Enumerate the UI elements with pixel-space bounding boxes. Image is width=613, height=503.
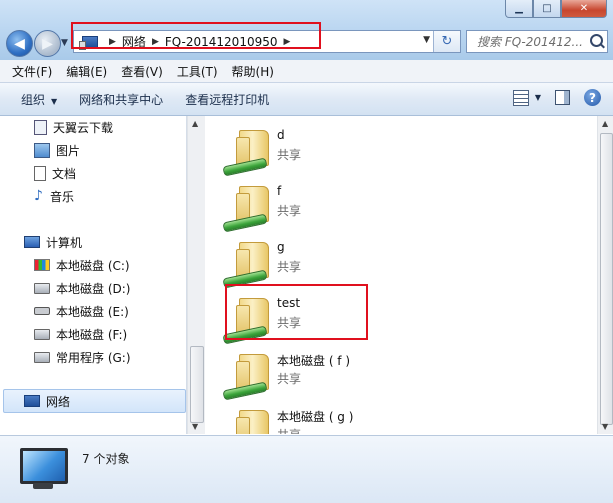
shared-folder-item[interactable]: 本地磁盘 ( g ) 共享 <box>221 402 381 434</box>
file-name: g <box>277 240 285 254</box>
network-icon <box>24 395 40 407</box>
breadcrumb-chevron-icon[interactable]: ▶ <box>152 37 159 47</box>
shared-folder-item[interactable]: d 共享 <box>221 122 381 177</box>
scroll-up-icon[interactable]: ▲ <box>602 119 608 128</box>
file-status: 共享 <box>277 148 302 162</box>
menu-edit[interactable]: 编辑(E) <box>66 63 107 80</box>
menu-tools[interactable]: 工具(T) <box>177 63 218 80</box>
change-view-icon[interactable] <box>512 89 529 106</box>
file-list: d 共享 f 共享 g 共享 test 共享 本地磁盘 ( f ) 共享 本地磁… <box>205 116 597 434</box>
nav-item-network[interactable]: 网络 <box>24 391 70 411</box>
recent-pages-dropdown[interactable]: ▼ <box>61 38 68 48</box>
nav-item-drive-g[interactable]: 常用程序 (G:) <box>34 347 131 367</box>
chevron-down-icon: ▼ <box>51 96 58 106</box>
documents-icon <box>34 165 46 181</box>
menu-bar: 文件(F) 编辑(E) 查看(V) 工具(T) 帮助(H) <box>0 60 613 83</box>
breadcrumb-computer[interactable]: FQ-201412010950 <box>165 35 278 49</box>
file-list-scroll-thumb[interactable] <box>600 133 613 425</box>
view-controls: ▼ ? <box>512 89 601 106</box>
shared-folder-item[interactable]: g 共享 <box>221 234 381 289</box>
nav-item-computer[interactable]: 计算机 <box>24 232 82 252</box>
menu-view[interactable]: 查看(V) <box>121 63 163 80</box>
menu-help[interactable]: 帮助(H) <box>232 63 274 80</box>
preview-pane-icon[interactable] <box>555 90 570 105</box>
file-status: 共享 <box>277 316 302 330</box>
shared-folder-item[interactable]: 本地磁盘 ( f ) 共享 <box>221 346 381 401</box>
nav-item-drive-f[interactable]: 本地磁盘 (F:) <box>34 324 127 344</box>
file-name: 本地磁盘 ( f ) <box>277 354 351 368</box>
computer-icon <box>24 236 40 248</box>
nav-item-drive-c[interactable]: 本地磁盘 (C:) <box>34 255 130 275</box>
folder-icon <box>236 410 269 434</box>
drive-icon <box>34 282 50 294</box>
removable-drive-icon <box>34 307 50 315</box>
menu-file[interactable]: 文件(F) <box>12 63 52 80</box>
breadcrumb-chevron-icon[interactable]: ▶ <box>284 37 291 47</box>
maximize-button[interactable]: □ <box>533 0 561 18</box>
address-dropdown-icon[interactable]: ▼ <box>423 35 430 45</box>
nav-item-drive-e[interactable]: 本地磁盘 (E:) <box>34 301 129 321</box>
search-icon[interactable] <box>590 34 603 47</box>
breadcrumb-chevron-icon[interactable]: ▶ <box>109 37 116 47</box>
computer-monitor-icon <box>20 448 68 489</box>
drive-icon <box>34 328 50 340</box>
file-status: 共享 <box>277 372 302 386</box>
network-location-icon <box>79 35 98 50</box>
navigation-pane: 天翼云下载 图片 文档 ♪ 音乐 计算机 本地磁盘 (C:) 本地磁盘 (D:) … <box>0 116 187 434</box>
organize-button[interactable]: 组织 ▼ <box>21 91 57 108</box>
close-button[interactable]: ✕ <box>561 0 607 18</box>
pictures-icon <box>34 142 50 158</box>
nav-item-tianyi-download[interactable]: 天翼云下载 <box>34 117 113 137</box>
nav-item-music[interactable]: ♪ 音乐 <box>34 186 74 206</box>
help-icon[interactable]: ? <box>584 89 601 106</box>
window-controls: ▁ □ ✕ <box>505 0 607 18</box>
file-status: 共享 <box>277 260 302 274</box>
object-count: 7 个对象 <box>82 452 130 466</box>
music-icon: ♪ <box>34 187 43 204</box>
shared-folder-item-test[interactable]: test 共享 <box>221 290 381 345</box>
shared-folder-item[interactable]: f 共享 <box>221 178 381 233</box>
scroll-down-icon[interactable]: ▼ <box>602 422 608 431</box>
breadcrumb-network[interactable]: 网络 <box>122 33 146 50</box>
title-bar: ▁ □ ✕ ◀ ▶ ▼ ▶ 网络 ▶ FQ-201412010950 ▶ ▼ ↻… <box>0 0 613 60</box>
file-name: test <box>277 296 301 310</box>
search-input[interactable]: 搜索 FQ-201412... <box>477 33 587 50</box>
view-options-chevron-icon[interactable]: ▼ <box>535 93 541 102</box>
back-button[interactable]: ◀ <box>6 30 33 57</box>
scroll-up-icon[interactable]: ▲ <box>192 119 198 128</box>
command-bar: 组织 ▼ 网络和共享中心 查看远程打印机 ▼ ? <box>0 83 613 116</box>
minimize-button[interactable]: ▁ <box>505 0 533 18</box>
search-box[interactable]: 搜索 FQ-201412... <box>466 30 608 53</box>
refresh-icon[interactable]: ↻ <box>433 31 460 52</box>
explorer-window: ▁ □ ✕ ◀ ▶ ▼ ▶ 网络 ▶ FQ-201412010950 ▶ ▼ ↻… <box>0 0 613 503</box>
network-center-button[interactable]: 网络和共享中心 <box>79 91 163 108</box>
drive-icon <box>34 351 50 363</box>
nav-item-documents[interactable]: 文档 <box>34 163 76 183</box>
nav-pane-scrollbar[interactable]: ▲ ▼ <box>187 116 205 434</box>
file-status: 共享 <box>277 204 302 218</box>
details-pane: 7 个对象 <box>0 435 613 503</box>
address-bar[interactable]: ▶ 网络 ▶ FQ-201412010950 ▶ ▼ ↻ <box>73 30 461 53</box>
file-name: d <box>277 128 285 142</box>
file-name: f <box>277 184 282 198</box>
nav-scroll-thumb[interactable] <box>190 346 204 423</box>
file-list-scrollbar[interactable]: ▲ ▼ <box>597 116 613 434</box>
system-drive-icon <box>34 259 50 271</box>
download-folder-icon <box>34 119 47 135</box>
scroll-down-icon[interactable]: ▼ <box>192 422 198 431</box>
organize-label: 组织 <box>21 92 46 107</box>
nav-item-drive-d[interactable]: 本地磁盘 (D:) <box>34 278 130 298</box>
forward-button[interactable]: ▶ <box>34 30 61 57</box>
nav-item-pictures[interactable]: 图片 <box>34 140 80 160</box>
file-status: 共享 <box>277 426 301 434</box>
file-name: 本地磁盘 ( g ) <box>277 410 354 424</box>
remote-printers-button[interactable]: 查看远程打印机 <box>185 91 269 108</box>
